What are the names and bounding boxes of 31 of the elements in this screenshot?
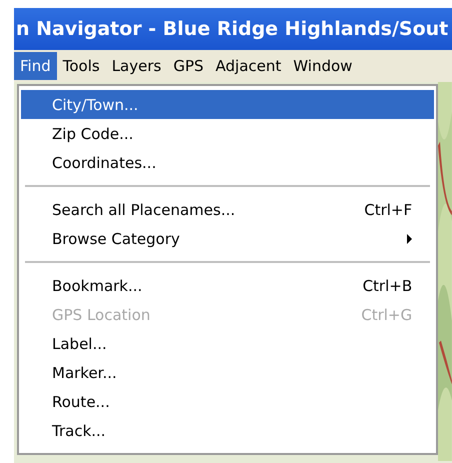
window-title: n Navigator - Blue Ridge Highlands/Sout <box>15 18 448 40</box>
menu-item-label: Coordinates... <box>52 154 158 172</box>
menu-item[interactable]: Route... <box>21 387 434 416</box>
menu-item-label: Label... <box>52 334 108 352</box>
menu-item-label: Search all Placenames... <box>52 200 236 218</box>
menu-item-label: Route... <box>52 392 111 410</box>
menu-bar-item[interactable]: Window <box>287 52 358 80</box>
menu-item-label: GPS Location <box>52 306 152 324</box>
menu-bar-item[interactable]: Layers <box>106 52 168 80</box>
menu-item-label: Zip Code... <box>52 124 134 142</box>
menu-item[interactable]: Coordinates... <box>21 148 434 177</box>
menu-item[interactable]: City/Town... <box>21 90 434 119</box>
menu-item[interactable]: Label... <box>21 329 434 358</box>
menu-item[interactable]: Zip Code... <box>21 119 434 148</box>
menu-item-label: Track... <box>52 422 107 440</box>
menu-item[interactable]: Browse Category <box>21 224 434 253</box>
menu-item-label: Browse Category <box>52 230 181 248</box>
menu-item[interactable]: Bookmark... Ctrl+B <box>21 271 434 300</box>
menu-item[interactable]: Track... <box>21 416 434 445</box>
menu-item[interactable]: Search all Placenames... Ctrl+F <box>21 195 434 224</box>
shortcut-label: Ctrl+F <box>364 200 412 218</box>
menu-bar-item[interactable]: GPS <box>167 52 210 80</box>
menu-bar-item[interactable]: Adjacent <box>210 52 288 80</box>
menu-bar-item[interactable]: Tools <box>56 52 106 80</box>
menu-bar-item[interactable]: Find <box>14 52 57 80</box>
menu-item-label: City/Town... <box>52 96 140 114</box>
menu-item[interactable]: Marker... <box>21 358 434 387</box>
shortcut-label: Ctrl+B <box>362 276 412 294</box>
shortcut-label: Ctrl+G <box>361 306 412 324</box>
menu-item-label: Marker... <box>52 364 118 382</box>
menu-item-label: Bookmark... <box>52 276 144 294</box>
